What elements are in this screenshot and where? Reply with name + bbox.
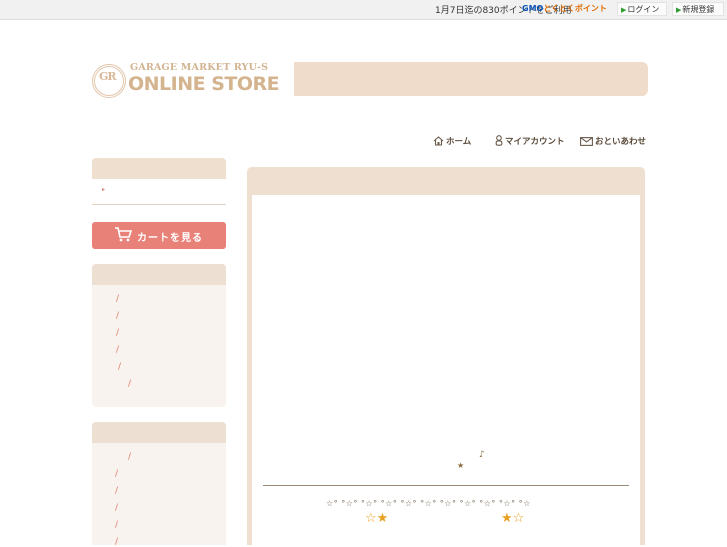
category-header: [92, 158, 226, 179]
mail-icon: [580, 137, 593, 146]
sidebar-link[interactable]: /: [128, 379, 131, 389]
register-button[interactable]: ▶新規登録: [672, 2, 724, 16]
sidebar-link[interactable]: /: [116, 345, 119, 355]
category-arrow-icon: ▸: [102, 186, 106, 193]
sidebar-box-2: / / / / / /: [92, 422, 226, 547]
sidebar-box-1: / / / / / /: [92, 264, 226, 407]
sidebar-link[interactable]: /: [116, 328, 119, 338]
category-link[interactable]: ▸: [92, 179, 226, 205]
main-content-area: [252, 195, 640, 545]
play-arrow-icon: ▶: [621, 6, 627, 14]
sidebar-box-1-header: [92, 264, 226, 285]
register-label: 新規登録: [682, 5, 715, 14]
top-bar: 1月7日迄の830ポイントをご利用 GMOとくとくポイント ▶ログイン ▶新規登…: [0, 0, 727, 20]
nav-home[interactable]: ホーム: [433, 135, 471, 147]
home-icon: [433, 136, 444, 146]
sidebar-link[interactable]: /: [115, 520, 118, 530]
sidebar-box-2-header: [92, 422, 226, 443]
nav-my-account[interactable]: マイアカウント: [495, 135, 565, 147]
nav-contact[interactable]: おといあわせ: [580, 135, 646, 147]
logo-seal-text: GR: [99, 70, 117, 83]
login-label: ログイン: [627, 5, 660, 14]
nav-account-label: マイアカウント: [505, 137, 565, 147]
sidebar-link[interactable]: /: [118, 362, 121, 372]
header-banner: [294, 62, 648, 96]
shopping-cart-icon: [115, 227, 132, 242]
view-cart-label: カートを見る: [137, 233, 203, 244]
store-logo[interactable]: GR GARAGE MARKET RYU-S ONLINE STORE: [92, 62, 288, 98]
sidebar-link[interactable]: /: [116, 311, 119, 321]
gmo-brand: GMO: [522, 4, 544, 13]
sidebar-link[interactable]: /: [115, 503, 118, 513]
sidebar-link[interactable]: /: [116, 294, 119, 304]
star-decoration-right: ★☆: [501, 511, 525, 526]
logo-title-small: GARAGE MARKET RYU-S: [130, 62, 269, 73]
user-icon: [495, 135, 503, 146]
play-arrow-icon: ▶: [676, 6, 682, 14]
star-decoration-left: ☆★: [365, 511, 389, 526]
music-note-glyph: ♪: [479, 450, 485, 460]
gmo-point-label: とくとくポイント: [543, 4, 607, 13]
sidebar-link[interactable]: /: [115, 486, 118, 496]
sidebar-link[interactable]: /: [115, 469, 118, 479]
login-button[interactable]: ▶ログイン: [617, 2, 667, 16]
small-star-glyph: ★: [457, 461, 465, 470]
star-decoration-row: ☆° °☆° °☆° °☆° °☆° °☆° °☆° °☆° °☆° °☆° °…: [326, 499, 531, 508]
nav-home-label: ホーム: [446, 137, 472, 147]
nav-contact-label: おといあわせ: [595, 137, 647, 147]
sidebar-link[interactable]: /: [128, 452, 131, 462]
view-cart-button[interactable]: カートを見る: [92, 222, 226, 249]
gmo-point-logo[interactable]: GMOとくとくポイント: [522, 3, 607, 14]
content-divider: [263, 485, 629, 486]
sidebar-link[interactable]: /: [115, 537, 118, 547]
logo-title-large: ONLINE STORE: [128, 73, 280, 95]
